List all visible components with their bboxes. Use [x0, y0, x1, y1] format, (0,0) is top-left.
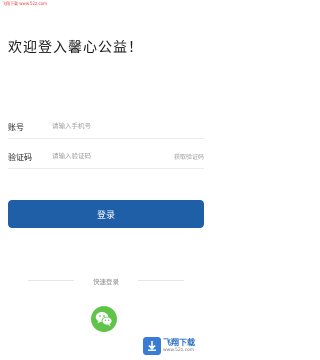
wechat-login-button[interactable] [91, 306, 117, 332]
watermark-url: www.52z.com [163, 348, 195, 353]
code-row: 验证码 获取验证码 [8, 146, 204, 169]
quick-login-divider: 快速登录 [28, 274, 184, 286]
login-screen: 飞翔下载 www.52z.com 欢迎登入馨心公益！ 账号 验证码 获取验证码 … [0, 0, 210, 360]
account-row: 账号 [8, 116, 204, 139]
code-label: 验证码 [8, 153, 32, 162]
watermark-top: 飞翔下载 www.52z.com [2, 1, 47, 6]
watermark-corner: 飞翔下载 www.52z.com [143, 335, 207, 357]
quick-login-label: 快速登录 [93, 278, 119, 286]
divider-line-right [138, 280, 184, 281]
account-label: 账号 [8, 123, 24, 132]
wechat-icon [95, 312, 113, 327]
login-button[interactable]: 登录 [8, 200, 204, 228]
watermark-title: 飞翔下载 [163, 338, 195, 347]
phone-input[interactable] [52, 119, 162, 133]
code-input[interactable] [52, 149, 162, 163]
page-title: 欢迎登入馨心公益！ [8, 40, 143, 56]
get-code-button[interactable]: 获取验证码 [174, 152, 204, 161]
download-logo-icon [143, 337, 161, 355]
